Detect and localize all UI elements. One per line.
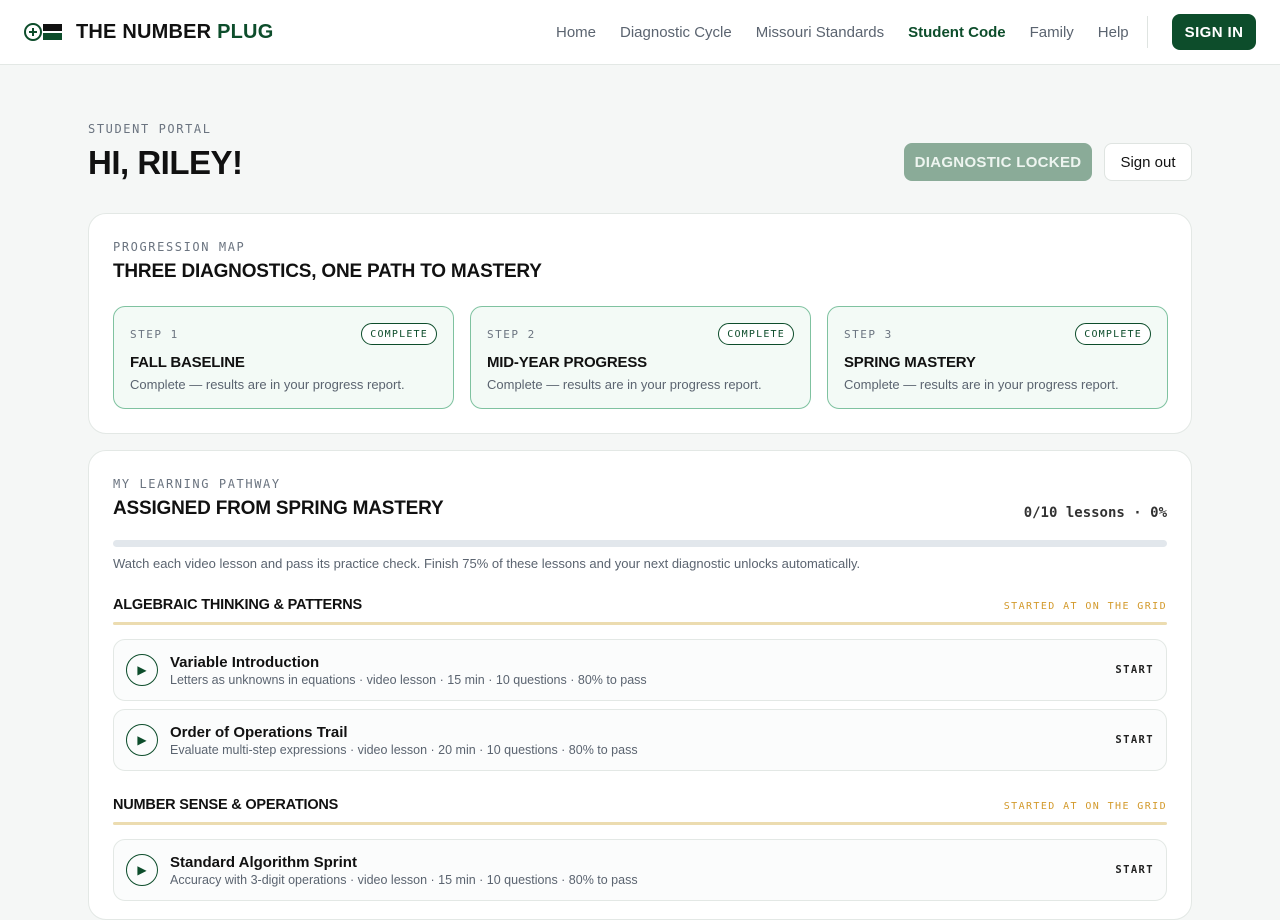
lesson-title: Variable Introduction (170, 654, 320, 671)
step-title: FALL BASELINE (130, 354, 245, 371)
start-lesson-button[interactable]: START (1115, 864, 1154, 876)
diagnostic-locked-button: DIAGNOSTIC LOCKED (904, 143, 1092, 181)
lesson-meta: Evaluate multi-step expressions · video … (170, 743, 638, 757)
top-navbar: THE NUMBER PLUG Home Diagnostic Cycle Mi… (0, 0, 1280, 65)
section-tag: STARTED AT ON THE GRID (1003, 801, 1167, 812)
step-title: SPRING MASTERY (844, 354, 976, 371)
brand-logo[interactable]: THE NUMBER PLUG (24, 20, 273, 44)
section-tag: STARTED AT ON THE GRID (1003, 601, 1167, 612)
number-plug-logo-icon (24, 20, 64, 44)
step-description: Complete — results are in your progress … (487, 377, 762, 392)
step-number: STEP 1 (130, 328, 179, 341)
nav-link-help[interactable]: Help (1098, 24, 1129, 41)
nav-divider (1147, 16, 1148, 48)
pathway-title: ASSIGNED FROM SPRING MASTERY (113, 498, 444, 519)
lesson-row[interactable]: ▶ Standard Algorithm Sprint Accuracy wit… (113, 839, 1167, 901)
lesson-title: Order of Operations Trail (170, 724, 348, 741)
step-number: STEP 2 (487, 328, 536, 341)
play-icon[interactable]: ▶ (126, 854, 158, 886)
sign-in-button[interactable]: SIGN IN (1172, 14, 1256, 50)
start-lesson-button[interactable]: START (1115, 734, 1154, 746)
progression-steps: STEP 1 COMPLETE FALL BASELINE Complete —… (113, 306, 1168, 409)
status-badge: COMPLETE (718, 323, 794, 345)
step-card-3[interactable]: STEP 3 COMPLETE SPRING MASTERY Complete … (827, 306, 1168, 409)
step-number: STEP 3 (844, 328, 893, 341)
nav-link-home[interactable]: Home (556, 24, 596, 41)
step-description: Complete — results are in your progress … (130, 377, 405, 392)
lesson-row[interactable]: ▶ Variable Introduction Letters as unkno… (113, 639, 1167, 701)
section-divider (113, 822, 1167, 825)
learning-pathway-card: MY LEARNING PATHWAY ASSIGNED FROM SPRING… (88, 450, 1192, 920)
pathway-instructions: Watch each video lesson and pass its pra… (113, 556, 861, 571)
nav-link-diagnostic-cycle[interactable]: Diagnostic Cycle (620, 24, 732, 41)
play-icon[interactable]: ▶ (126, 724, 158, 756)
page-title: HI, RILEY! (88, 144, 243, 181)
progression-eyebrow: PROGRESSION MAP (113, 240, 246, 254)
step-card-2[interactable]: STEP 2 COMPLETE MID-YEAR PROGRESS Comple… (470, 306, 811, 409)
section-header: NUMBER SENSE & OPERATIONS STARTED AT ON … (113, 797, 1167, 825)
section-divider (113, 622, 1167, 625)
step-description: Complete — results are in your progress … (844, 377, 1119, 392)
lesson-title: Standard Algorithm Sprint (170, 854, 357, 871)
lesson-meta: Letters as unknowns in equations · video… (170, 673, 647, 687)
page-eyebrow: STUDENT PORTAL (88, 122, 212, 136)
lesson-progress-count: 0/10 lessons · 0% (1023, 505, 1167, 521)
section-header: ALGEBRAIC THINKING & PATTERNS STARTED AT… (113, 597, 1167, 625)
step-title: MID-YEAR PROGRESS (487, 354, 647, 371)
sign-out-button[interactable]: Sign out (1104, 143, 1192, 181)
brand-name: THE NUMBER PLUG (76, 21, 273, 44)
nav-link-student-code[interactable]: Student Code (908, 24, 1006, 41)
status-badge: COMPLETE (361, 323, 437, 345)
start-lesson-button[interactable]: START (1115, 664, 1154, 676)
nav-link-missouri-standards[interactable]: Missouri Standards (756, 24, 884, 41)
brand-name-main: THE NUMBER (76, 20, 218, 43)
step-card-1[interactable]: STEP 1 COMPLETE FALL BASELINE Complete —… (113, 306, 454, 409)
play-icon[interactable]: ▶ (126, 654, 158, 686)
lesson-row[interactable]: ▶ Order of Operations Trail Evaluate mul… (113, 709, 1167, 771)
pathway-eyebrow: MY LEARNING PATHWAY (113, 477, 281, 491)
nav-link-family[interactable]: Family (1030, 24, 1074, 41)
progression-map-card: PROGRESSION MAP THREE DIAGNOSTICS, ONE P… (88, 213, 1192, 434)
lesson-progress-bar (113, 540, 1167, 547)
lesson-meta: Accuracy with 3-digit operations · video… (170, 873, 638, 887)
progression-title: THREE DIAGNOSTICS, ONE PATH TO MASTERY (113, 261, 542, 282)
brand-name-accent: PLUG (217, 20, 274, 43)
status-badge: COMPLETE (1075, 323, 1151, 345)
nav-links: Home Diagnostic Cycle Missouri Standards… (544, 0, 1141, 64)
